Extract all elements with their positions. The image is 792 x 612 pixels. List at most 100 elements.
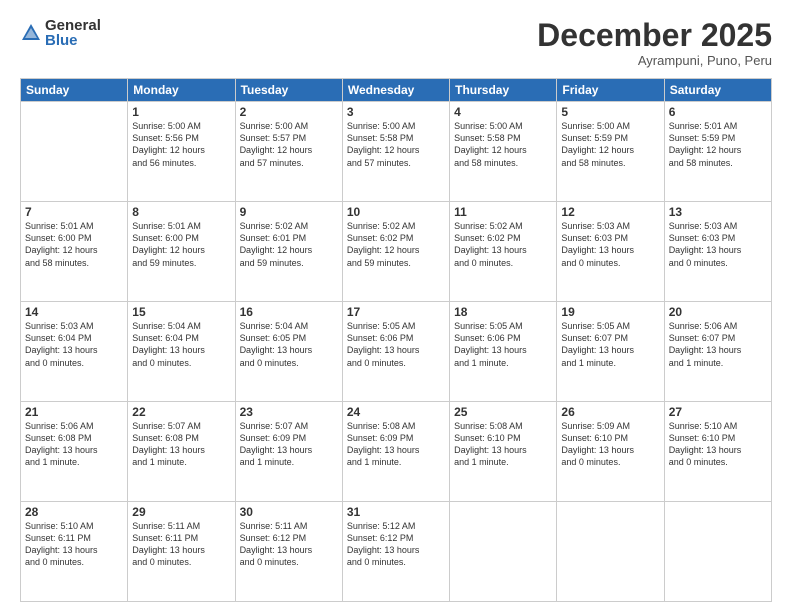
day-number: 4 xyxy=(454,105,552,119)
calendar-week-row: 14Sunrise: 5:03 AMSunset: 6:04 PMDayligh… xyxy=(21,302,772,402)
weekday-header-monday: Monday xyxy=(128,79,235,102)
day-number: 11 xyxy=(454,205,552,219)
day-info: Sunrise: 5:02 AMSunset: 6:02 PMDaylight:… xyxy=(454,220,552,269)
calendar-cell xyxy=(664,502,771,602)
calendar-cell: 21Sunrise: 5:06 AMSunset: 6:08 PMDayligh… xyxy=(21,402,128,502)
day-number: 7 xyxy=(25,205,123,219)
calendar-cell: 10Sunrise: 5:02 AMSunset: 6:02 PMDayligh… xyxy=(342,202,449,302)
day-number: 5 xyxy=(561,105,659,119)
day-info: Sunrise: 5:01 AMSunset: 5:59 PMDaylight:… xyxy=(669,120,767,169)
day-info: Sunrise: 5:05 AMSunset: 6:06 PMDaylight:… xyxy=(347,320,445,369)
day-number: 22 xyxy=(132,405,230,419)
calendar-cell: 20Sunrise: 5:06 AMSunset: 6:07 PMDayligh… xyxy=(664,302,771,402)
day-number: 15 xyxy=(132,305,230,319)
page: General Blue December 2025 Ayrampuni, Pu… xyxy=(0,0,792,612)
day-number: 26 xyxy=(561,405,659,419)
calendar-cell: 18Sunrise: 5:05 AMSunset: 6:06 PMDayligh… xyxy=(450,302,557,402)
day-info: Sunrise: 5:09 AMSunset: 6:10 PMDaylight:… xyxy=(561,420,659,469)
weekday-header-sunday: Sunday xyxy=(21,79,128,102)
day-number: 19 xyxy=(561,305,659,319)
calendar-cell: 15Sunrise: 5:04 AMSunset: 6:04 PMDayligh… xyxy=(128,302,235,402)
calendar-cell: 1Sunrise: 5:00 AMSunset: 5:56 PMDaylight… xyxy=(128,102,235,202)
calendar-cell: 23Sunrise: 5:07 AMSunset: 6:09 PMDayligh… xyxy=(235,402,342,502)
day-info: Sunrise: 5:04 AMSunset: 6:05 PMDaylight:… xyxy=(240,320,338,369)
day-info: Sunrise: 5:00 AMSunset: 5:56 PMDaylight:… xyxy=(132,120,230,169)
day-info: Sunrise: 5:02 AMSunset: 6:01 PMDaylight:… xyxy=(240,220,338,269)
month-title: December 2025 xyxy=(537,18,772,53)
day-info: Sunrise: 5:02 AMSunset: 6:02 PMDaylight:… xyxy=(347,220,445,269)
day-number: 31 xyxy=(347,505,445,519)
day-number: 23 xyxy=(240,405,338,419)
day-info: Sunrise: 5:00 AMSunset: 5:59 PMDaylight:… xyxy=(561,120,659,169)
calendar-cell: 28Sunrise: 5:10 AMSunset: 6:11 PMDayligh… xyxy=(21,502,128,602)
day-number: 29 xyxy=(132,505,230,519)
day-number: 6 xyxy=(669,105,767,119)
calendar-cell: 12Sunrise: 5:03 AMSunset: 6:03 PMDayligh… xyxy=(557,202,664,302)
calendar-week-row: 1Sunrise: 5:00 AMSunset: 5:56 PMDaylight… xyxy=(21,102,772,202)
logo-blue-label: Blue xyxy=(45,33,101,48)
logo-icon xyxy=(20,22,42,44)
day-info: Sunrise: 5:01 AMSunset: 6:00 PMDaylight:… xyxy=(25,220,123,269)
calendar-cell: 17Sunrise: 5:05 AMSunset: 6:06 PMDayligh… xyxy=(342,302,449,402)
calendar-cell: 25Sunrise: 5:08 AMSunset: 6:10 PMDayligh… xyxy=(450,402,557,502)
calendar-week-row: 7Sunrise: 5:01 AMSunset: 6:00 PMDaylight… xyxy=(21,202,772,302)
day-number: 1 xyxy=(132,105,230,119)
location-subtitle: Ayrampuni, Puno, Peru xyxy=(537,53,772,68)
calendar-cell xyxy=(557,502,664,602)
calendar-cell: 19Sunrise: 5:05 AMSunset: 6:07 PMDayligh… xyxy=(557,302,664,402)
calendar-cell: 6Sunrise: 5:01 AMSunset: 5:59 PMDaylight… xyxy=(664,102,771,202)
day-info: Sunrise: 5:08 AMSunset: 6:10 PMDaylight:… xyxy=(454,420,552,469)
day-info: Sunrise: 5:11 AMSunset: 6:11 PMDaylight:… xyxy=(132,520,230,569)
calendar-cell: 8Sunrise: 5:01 AMSunset: 6:00 PMDaylight… xyxy=(128,202,235,302)
calendar-cell: 2Sunrise: 5:00 AMSunset: 5:57 PMDaylight… xyxy=(235,102,342,202)
day-number: 3 xyxy=(347,105,445,119)
calendar-cell: 11Sunrise: 5:02 AMSunset: 6:02 PMDayligh… xyxy=(450,202,557,302)
day-info: Sunrise: 5:06 AMSunset: 6:07 PMDaylight:… xyxy=(669,320,767,369)
day-info: Sunrise: 5:10 AMSunset: 6:10 PMDaylight:… xyxy=(669,420,767,469)
day-info: Sunrise: 5:07 AMSunset: 6:08 PMDaylight:… xyxy=(132,420,230,469)
calendar-cell: 5Sunrise: 5:00 AMSunset: 5:59 PMDaylight… xyxy=(557,102,664,202)
day-number: 16 xyxy=(240,305,338,319)
day-number: 14 xyxy=(25,305,123,319)
calendar-cell: 26Sunrise: 5:09 AMSunset: 6:10 PMDayligh… xyxy=(557,402,664,502)
day-info: Sunrise: 5:05 AMSunset: 6:07 PMDaylight:… xyxy=(561,320,659,369)
calendar-cell: 13Sunrise: 5:03 AMSunset: 6:03 PMDayligh… xyxy=(664,202,771,302)
day-info: Sunrise: 5:03 AMSunset: 6:04 PMDaylight:… xyxy=(25,320,123,369)
logo: General Blue xyxy=(20,18,101,48)
calendar-cell: 16Sunrise: 5:04 AMSunset: 6:05 PMDayligh… xyxy=(235,302,342,402)
calendar-cell: 7Sunrise: 5:01 AMSunset: 6:00 PMDaylight… xyxy=(21,202,128,302)
calendar-cell: 9Sunrise: 5:02 AMSunset: 6:01 PMDaylight… xyxy=(235,202,342,302)
calendar-cell: 29Sunrise: 5:11 AMSunset: 6:11 PMDayligh… xyxy=(128,502,235,602)
day-info: Sunrise: 5:00 AMSunset: 5:58 PMDaylight:… xyxy=(347,120,445,169)
day-info: Sunrise: 5:00 AMSunset: 5:57 PMDaylight:… xyxy=(240,120,338,169)
weekday-header-tuesday: Tuesday xyxy=(235,79,342,102)
day-info: Sunrise: 5:00 AMSunset: 5:58 PMDaylight:… xyxy=(454,120,552,169)
day-info: Sunrise: 5:05 AMSunset: 6:06 PMDaylight:… xyxy=(454,320,552,369)
calendar-cell: 14Sunrise: 5:03 AMSunset: 6:04 PMDayligh… xyxy=(21,302,128,402)
day-number: 27 xyxy=(669,405,767,419)
day-number: 25 xyxy=(454,405,552,419)
day-number: 30 xyxy=(240,505,338,519)
day-number: 17 xyxy=(347,305,445,319)
day-number: 8 xyxy=(132,205,230,219)
day-number: 20 xyxy=(669,305,767,319)
weekday-header-wednesday: Wednesday xyxy=(342,79,449,102)
weekday-header-friday: Friday xyxy=(557,79,664,102)
day-number: 12 xyxy=(561,205,659,219)
weekday-header-saturday: Saturday xyxy=(664,79,771,102)
calendar-cell: 22Sunrise: 5:07 AMSunset: 6:08 PMDayligh… xyxy=(128,402,235,502)
calendar-cell: 27Sunrise: 5:10 AMSunset: 6:10 PMDayligh… xyxy=(664,402,771,502)
day-info: Sunrise: 5:07 AMSunset: 6:09 PMDaylight:… xyxy=(240,420,338,469)
logo-general-label: General xyxy=(45,18,101,33)
day-number: 21 xyxy=(25,405,123,419)
title-block: December 2025 Ayrampuni, Puno, Peru xyxy=(537,18,772,68)
day-info: Sunrise: 5:03 AMSunset: 6:03 PMDaylight:… xyxy=(669,220,767,269)
calendar-week-row: 21Sunrise: 5:06 AMSunset: 6:08 PMDayligh… xyxy=(21,402,772,502)
day-info: Sunrise: 5:03 AMSunset: 6:03 PMDaylight:… xyxy=(561,220,659,269)
logo-text: General Blue xyxy=(45,18,101,48)
calendar-cell xyxy=(450,502,557,602)
calendar-table: SundayMondayTuesdayWednesdayThursdayFrid… xyxy=(20,78,772,602)
calendar-cell: 30Sunrise: 5:11 AMSunset: 6:12 PMDayligh… xyxy=(235,502,342,602)
day-number: 9 xyxy=(240,205,338,219)
day-info: Sunrise: 5:01 AMSunset: 6:00 PMDaylight:… xyxy=(132,220,230,269)
